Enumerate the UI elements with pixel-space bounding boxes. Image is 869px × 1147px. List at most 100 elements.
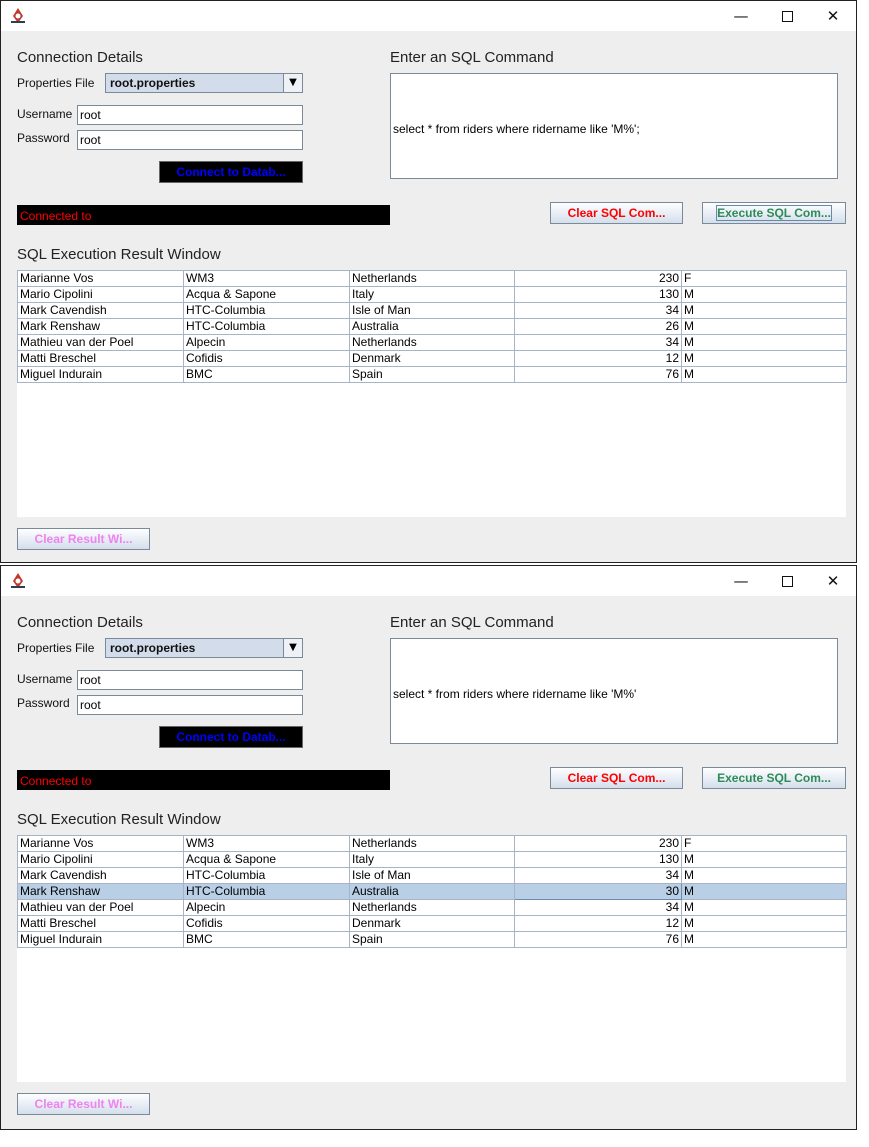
team-cell[interactable]: WM3 [183, 835, 350, 852]
gender-cell[interactable]: M [681, 334, 847, 351]
table-row[interactable]: Mark Cavendish HTC-Columbia Isle of Man 34 M [17, 867, 847, 884]
table-row[interactable]: Matti Breschel Cofidis Denmark 12 M [17, 350, 847, 367]
team-cell[interactable]: Cofidis [183, 350, 350, 367]
country-cell[interactable]: Isle of Man [349, 867, 515, 884]
country-cell[interactable]: Netherlands [349, 899, 515, 916]
gender-cell[interactable]: M [681, 350, 847, 367]
rider-name-cell[interactable]: Miguel Indurain [17, 931, 184, 948]
gender-cell[interactable]: M [681, 915, 847, 932]
gender-cell[interactable]: M [681, 851, 847, 868]
country-cell[interactable]: Netherlands [349, 334, 515, 351]
country-cell[interactable]: Netherlands [349, 270, 515, 287]
properties-file-select[interactable]: root.properties ▼ [105, 638, 303, 658]
team-cell[interactable]: BMC [183, 366, 350, 383]
rider-name-cell[interactable]: Mario Cipolini [17, 286, 184, 303]
team-cell[interactable]: HTC-Columbia [183, 867, 350, 884]
username-field[interactable]: root [77, 105, 303, 125]
country-cell[interactable]: Denmark [349, 350, 515, 367]
points-cell[interactable]: 12 [514, 350, 682, 367]
country-cell[interactable]: Isle of Man [349, 302, 515, 319]
rider-name-cell[interactable]: Matti Breschel [17, 350, 184, 367]
chevron-down-icon[interactable]: ▼ [283, 639, 302, 657]
close-button[interactable]: ✕ [810, 1, 856, 31]
table-row[interactable]: Mathieu van der Poel Alpecin Netherlands 34… [17, 334, 847, 351]
table-row[interactable]: Miguel Indurain BMC Spain 76 M [17, 366, 847, 383]
rider-name-cell[interactable]: Miguel Indurain [17, 366, 184, 383]
table-row[interactable]: Marianne Vos WM3 Netherlands 230 F [17, 835, 847, 852]
points-cell[interactable]: 34 [514, 867, 682, 884]
result-table[interactable]: Marianne Vos WM3 Netherlands 230 F Mario Cipo… [17, 270, 847, 517]
team-cell[interactable]: Acqua & Sapone [183, 286, 350, 303]
country-cell[interactable]: Spain [349, 366, 515, 383]
table-row[interactable]: Mario Cipolini Acqua & Sapone Italy 130 M [17, 851, 847, 868]
points-cell[interactable]: 76 [514, 366, 682, 383]
team-cell[interactable]: BMC [183, 931, 350, 948]
gender-cell[interactable]: M [681, 302, 847, 319]
country-cell[interactable]: Netherlands [349, 835, 515, 852]
gender-cell[interactable]: M [681, 318, 847, 335]
clear-sql-button[interactable]: Clear SQL Com... [550, 202, 683, 224]
gender-cell[interactable]: M [681, 867, 847, 884]
rider-name-cell[interactable]: Mark Renshaw [17, 883, 184, 900]
points-cell[interactable]: 230 [514, 270, 682, 287]
points-cell[interactable]: 12 [514, 915, 682, 932]
minimize-button[interactable]: — [718, 566, 764, 596]
password-field[interactable]: root [77, 130, 303, 150]
minimize-button[interactable]: — [718, 1, 764, 31]
team-cell[interactable]: HTC-Columbia [183, 318, 350, 335]
maximize-button[interactable] [764, 1, 810, 31]
gender-cell[interactable]: M [681, 931, 847, 948]
points-cell[interactable]: 34 [514, 334, 682, 351]
clear-sql-button[interactable]: Clear SQL Com... [550, 767, 683, 789]
sql-command-input[interactable]: select * from riders where ridername lik… [390, 73, 838, 179]
table-row[interactable]: Mario Cipolini Acqua & Sapone Italy 130 M [17, 286, 847, 303]
country-cell[interactable]: Australia [349, 318, 515, 335]
table-row[interactable]: Marianne Vos WM3 Netherlands 230 F [17, 270, 847, 287]
close-button[interactable]: ✕ [810, 566, 856, 596]
gender-cell[interactable]: M [681, 899, 847, 916]
password-field[interactable]: root [77, 695, 303, 715]
country-cell[interactable]: Denmark [349, 915, 515, 932]
team-cell[interactable]: Acqua & Sapone [183, 851, 350, 868]
rider-name-cell[interactable]: Mathieu van der Poel [17, 899, 184, 916]
username-field[interactable]: root [77, 670, 303, 690]
gender-cell[interactable]: M [681, 883, 847, 900]
table-row[interactable]: Matti Breschel Cofidis Denmark 12 M [17, 915, 847, 932]
sql-command-input[interactable]: select * from riders where ridername lik… [390, 638, 838, 744]
country-cell[interactable]: Italy [349, 286, 515, 303]
properties-file-select[interactable]: root.properties ▼ [105, 73, 303, 93]
rider-name-cell[interactable]: Mario Cipolini [17, 851, 184, 868]
maximize-button[interactable] [764, 566, 810, 596]
gender-cell[interactable]: F [681, 835, 847, 852]
table-row[interactable]: Mathieu van der Poel Alpecin Netherlands 34… [17, 899, 847, 916]
title-bar[interactable]: — ✕ [1, 1, 856, 31]
team-cell[interactable]: HTC-Columbia [183, 883, 350, 900]
team-cell[interactable]: Alpecin [183, 334, 350, 351]
result-table[interactable]: Marianne Vos WM3 Netherlands 230 F Mario Cipo… [17, 835, 847, 1082]
result-table-body[interactable]: Marianne Vos WM3 Netherlands 230 F Mario Cipo… [17, 270, 847, 383]
points-cell[interactable]: 76 [514, 931, 682, 948]
points-cell[interactable]: 130 [514, 286, 682, 303]
result-table-body[interactable]: Marianne Vos WM3 Netherlands 230 F Mario Cipo… [17, 835, 847, 948]
clear-result-button[interactable]: Clear Result Wi... [17, 1093, 150, 1115]
execute-sql-button[interactable]: Execute SQL Com... [702, 767, 846, 789]
connect-button[interactable]: Connect to Datab... [159, 161, 303, 183]
points-cell[interactable]: 130 [514, 851, 682, 868]
rider-name-cell[interactable]: Mathieu van der Poel [17, 334, 184, 351]
rider-name-cell[interactable]: Mark Cavendish [17, 867, 184, 884]
points-cell[interactable]: 30 [514, 883, 682, 900]
table-row[interactable]: Mark Cavendish HTC-Columbia Isle of Man 34 M [17, 302, 847, 319]
country-cell[interactable]: Australia [349, 883, 515, 900]
rider-name-cell[interactable]: Marianne Vos [17, 270, 184, 287]
rider-name-cell[interactable]: Mark Cavendish [17, 302, 184, 319]
team-cell[interactable]: Alpecin [183, 899, 350, 916]
points-cell[interactable]: 26 [514, 318, 682, 335]
table-row[interactable]: Mark Renshaw HTC-Columbia Australia 30 M [17, 883, 847, 900]
points-cell[interactable]: 34 [514, 899, 682, 916]
title-bar[interactable]: — ✕ [1, 566, 856, 596]
clear-result-button[interactable]: Clear Result Wi... [17, 528, 150, 550]
connect-button[interactable]: Connect to Datab... [159, 726, 303, 748]
rider-name-cell[interactable]: Mark Renshaw [17, 318, 184, 335]
rider-name-cell[interactable]: Marianne Vos [17, 835, 184, 852]
gender-cell[interactable]: F [681, 270, 847, 287]
